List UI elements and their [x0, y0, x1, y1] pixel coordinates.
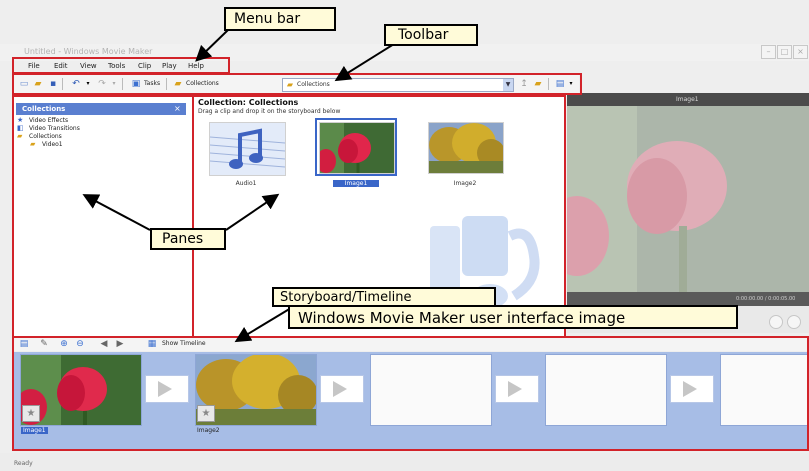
storyboard-toolbar: ▤ ✎ ⊕ ⊖ ◀ ▶ ▦	[14, 337, 809, 351]
clip-label-image2: Image2	[453, 180, 477, 187]
save-project-icon[interactable]: ▪	[47, 78, 59, 90]
zoom-in-icon[interactable]: ⊕	[58, 338, 70, 350]
clip-label-image1: Image1	[333, 180, 379, 187]
tasks-icon[interactable]: ▣	[130, 78, 142, 90]
preview-title: Image1	[676, 96, 699, 103]
split-clip-icon[interactable]	[769, 315, 783, 329]
open-project-icon[interactable]: ▰	[32, 78, 44, 90]
image-caption: Windows Movie Maker user interface image	[288, 305, 738, 329]
show-timeline-button[interactable]: Show Timeline	[162, 340, 206, 347]
tree-thumbnail	[429, 123, 503, 173]
clip-image2[interactable]	[428, 122, 504, 174]
clip-audio1[interactable]	[209, 122, 286, 176]
chevron-down-icon[interactable]: ▼	[503, 79, 513, 91]
folder-icon: ▰	[30, 140, 36, 148]
status-bar	[0, 453, 809, 471]
take-picture-icon[interactable]	[787, 315, 801, 329]
minimize-button[interactable]: –	[761, 45, 776, 59]
tulip-thumbnail	[320, 123, 394, 173]
undo-icon[interactable]: ↶	[70, 78, 82, 90]
narrate-icon[interactable]: ✎	[38, 338, 50, 350]
maximize-button[interactable]: □	[777, 45, 792, 59]
redo-dropdown-icon[interactable]: ▾	[108, 78, 120, 90]
storyboard-view-icon[interactable]: ▤	[18, 338, 30, 350]
transition-arrow-icon	[333, 381, 347, 397]
tasks-button[interactable]: Tasks	[144, 80, 160, 87]
new-project-icon[interactable]: ▭	[18, 78, 30, 90]
tree-item-video-effects[interactable]: Video Effects	[29, 117, 68, 124]
collections-pane-title: Collections	[22, 105, 66, 113]
collection-combo[interactable]: ▰ Collections ▼	[282, 78, 514, 92]
storyboard-label-image2: Image2	[197, 427, 220, 434]
callout-toolbar: Toolbar	[384, 24, 478, 46]
menu-bar: File Edit View Tools Clip Play Help	[14, 60, 224, 73]
menu-tools[interactable]: Tools	[108, 62, 125, 70]
star-icon[interactable]: ★	[197, 405, 215, 422]
transition-arrow-icon	[158, 381, 172, 397]
storyboard-empty-slot[interactable]	[370, 354, 492, 426]
menu-clip[interactable]: Clip	[138, 62, 151, 70]
callout-panes: Panes	[150, 228, 226, 250]
redo-icon[interactable]: ↷	[96, 78, 108, 90]
folder-icon: ▰	[17, 132, 23, 140]
callout-storyboard: Storyboard/Timeline	[272, 287, 496, 307]
preview-image	[567, 106, 809, 292]
show-timeline-icon[interactable]: ▦	[146, 338, 158, 350]
star-icon[interactable]: ★	[22, 405, 40, 422]
clip-label-audio1: Audio1	[235, 180, 257, 187]
transition-arrow-icon	[683, 381, 697, 397]
status-text: Ready	[14, 460, 33, 467]
close-button[interactable]: ×	[793, 45, 808, 59]
storyboard-empty-slot[interactable]	[720, 354, 809, 426]
storyboard-label-image1: Image1	[21, 427, 48, 434]
collections-button[interactable]: Collections	[186, 80, 219, 87]
collection-combo-value: Collections	[297, 81, 330, 88]
star-icon: ★	[17, 116, 24, 124]
tree-item-video-transitions[interactable]: Video Transitions	[29, 125, 80, 132]
tree-item-video1[interactable]: Video1	[42, 141, 63, 148]
rewind-icon[interactable]: ◀	[98, 338, 110, 350]
play-icon[interactable]: ▶	[114, 338, 126, 350]
collections-folder-icon[interactable]: ▰	[172, 78, 184, 90]
collections-pane	[14, 96, 192, 336]
transition-arrow-icon	[508, 381, 522, 397]
views-dropdown-icon[interactable]: ▾	[565, 78, 577, 90]
up-level-icon[interactable]: ↥	[518, 78, 530, 90]
callout-menu-bar: Menu bar	[224, 7, 336, 31]
undo-dropdown-icon[interactable]: ▾	[82, 78, 94, 90]
clip-image1[interactable]	[319, 122, 395, 174]
preview-time: 0:00:00.00 / 0:00:05.00	[736, 296, 796, 302]
menu-play[interactable]: Play	[162, 62, 177, 70]
contents-pane-title: Collection: Collections	[198, 98, 299, 107]
close-icon[interactable]: ×	[174, 104, 181, 113]
toolbar: ▭ ▰ ▪ ↶ ▾ ↷ ▾ ▣ Tasks ▰ Collections ▰ Co…	[14, 75, 579, 94]
contents-pane-subtitle: Drag a clip and drop it on the storyboar…	[198, 108, 341, 115]
audio-clip-thumbnail	[210, 123, 285, 175]
combo-folder-icon: ▰	[286, 80, 294, 89]
storyboard-empty-slot[interactable]	[545, 354, 667, 426]
menu-view[interactable]: View	[80, 62, 97, 70]
window-title: Untitled - Windows Movie Maker	[24, 47, 153, 56]
tree-item-collections[interactable]: Collections	[29, 133, 62, 140]
new-folder-icon[interactable]: ▰	[532, 78, 544, 90]
menu-edit[interactable]: Edit	[54, 62, 68, 70]
zoom-out-icon[interactable]: ⊖	[74, 338, 86, 350]
transition-icon: ◧	[17, 124, 24, 132]
menu-file[interactable]: File	[28, 62, 40, 70]
preview-monitor	[567, 106, 809, 292]
menu-help[interactable]: Help	[188, 62, 204, 70]
